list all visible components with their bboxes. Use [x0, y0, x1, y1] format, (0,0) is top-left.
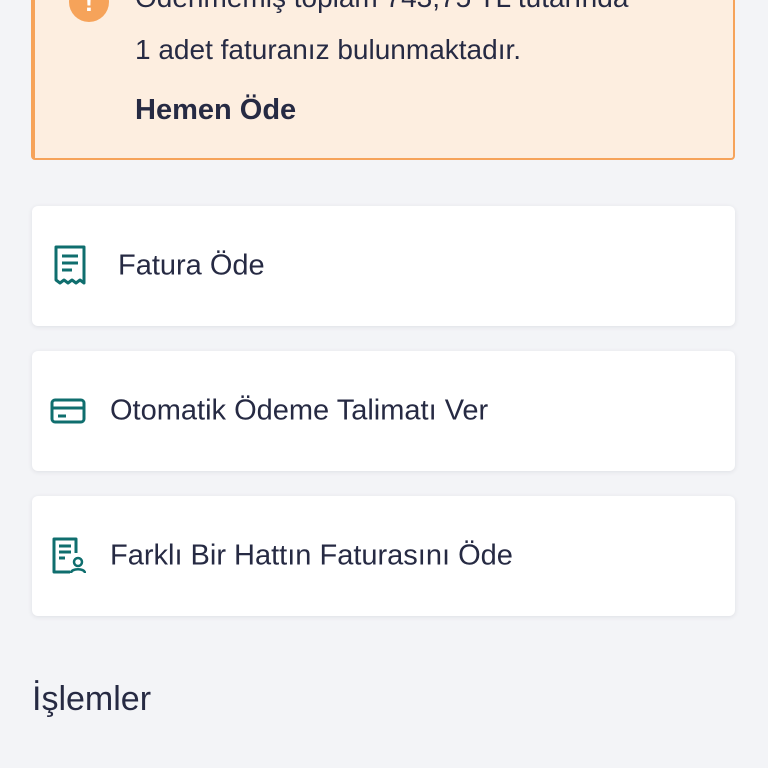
auto-payment-order-button[interactable]: Otomatik Ödeme Talimatı Ver: [32, 351, 735, 471]
payment-page: ! Ödenmemiş toplam 743,75 TL tutarında 1…: [0, 0, 768, 768]
credit-card-icon: [50, 397, 86, 425]
auto-payment-order-label: Otomatik Ödeme Talimatı Ver: [110, 394, 489, 427]
user-receipt-icon: [50, 536, 86, 576]
alert-message-line-1: Ödenmemiş toplam 743,75 TL tutarında: [135, 0, 725, 24]
pay-bill-button[interactable]: Fatura Öde: [32, 206, 735, 326]
pay-other-line-bill-label: Farklı Bir Hattın Faturasını Öde: [110, 539, 513, 572]
unpaid-bill-alert: ! Ödenmemiş toplam 743,75 TL tutarında 1…: [31, 0, 735, 160]
receipt-icon: [52, 245, 88, 287]
info-icon: !: [69, 0, 109, 22]
alert-message-line-2: 1 adet faturanız bulunmaktadır.: [135, 34, 522, 65]
alert-message: Ödenmemiş toplam 743,75 TL tutarında 1 a…: [135, 0, 725, 76]
section-title: İşlemler: [32, 680, 152, 718]
pay-other-line-bill-button[interactable]: Farklı Bir Hattın Faturasını Öde: [32, 496, 735, 616]
pay-now-link[interactable]: Hemen Öde: [135, 94, 296, 127]
pay-bill-label: Fatura Öde: [118, 249, 265, 282]
